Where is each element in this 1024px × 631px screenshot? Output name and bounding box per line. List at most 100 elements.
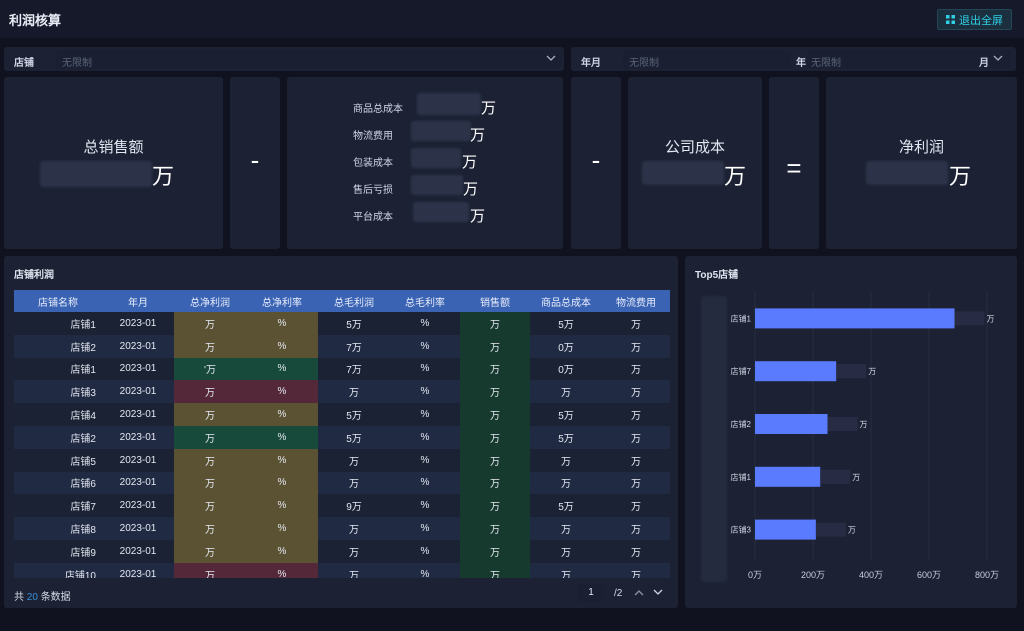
table-cell-name: 店铺4 <box>14 403 102 426</box>
table-row[interactable]: 店铺4 2023-01 万% 5万% 万 5万万 <box>14 403 670 426</box>
table-cell-sales: 万 <box>460 380 530 404</box>
table-cell-net: 万 <box>174 380 246 404</box>
table-cell-logistics: 万 <box>602 403 670 426</box>
table-row[interactable]: 店铺7 2023-01 万% 9万% 万 5万万 <box>14 494 670 518</box>
table-cell-net-rate: % <box>246 357 318 381</box>
table-cell-net-rate: % <box>246 380 318 404</box>
page-input[interactable]: 1 <box>578 584 604 602</box>
table-cell-month: 2023-01 <box>102 539 174 563</box>
column-header[interactable]: 商品总成本 <box>530 290 602 312</box>
table-row[interactable]: 店铺6 2023-01 万% 万% 万万万 <box>14 471 670 495</box>
total-sales-label: 总销售额 <box>83 139 144 156</box>
column-header[interactable]: 年月 <box>102 290 174 312</box>
table-cell-name: 店铺10 <box>14 562 102 578</box>
table-cell-goods: 万 <box>530 562 602 578</box>
table-cell-month: 2023-01 <box>102 517 174 540</box>
table-row[interactable]: 店铺10 2023-01 万% 万% 万万万 <box>14 562 670 578</box>
table-cell-goods: 0万 <box>530 357 602 381</box>
table-cell-gross-rate: % <box>390 380 460 404</box>
column-header[interactable]: 总毛利润 <box>318 290 390 312</box>
table-cell-gross: 万 <box>318 562 390 578</box>
minus-operator-card: - <box>230 77 280 249</box>
bar-value-label: 万 <box>848 526 856 535</box>
minus-operator: - <box>250 145 260 175</box>
table-row[interactable]: 店铺9 2023-01 万% 万% 万万万 <box>14 539 670 563</box>
table-cell-net: 万 <box>174 403 246 426</box>
x-tick-label: 800万 <box>975 570 999 580</box>
x-tick-label: 0万 <box>748 570 762 580</box>
table-cell-name: 店铺7 <box>14 494 102 518</box>
table-cell-goods: 万 <box>530 539 602 563</box>
table-cell-sales: 万 <box>460 494 530 518</box>
grid-icon <box>946 15 955 24</box>
column-header[interactable]: 总净利润 <box>174 290 246 312</box>
cost-value-redacted <box>411 148 461 168</box>
table-cell-name: 店铺2 <box>14 425 102 449</box>
table-cell-gross-rate: % <box>390 471 460 495</box>
table-cell-logistics: 万 <box>602 448 670 472</box>
table-cell-name: 店铺1 <box>14 312 102 335</box>
cost-unit: 万 <box>470 208 486 225</box>
table-row[interactable]: 店铺1 2023-01 '万% 7万% 万 0万万 <box>14 357 670 381</box>
store-profit-table-wrap[interactable]: 店铺名称 年月 总净利润 总净利率 总毛利润 总毛利率 销售额 商品总成本 物流… <box>14 290 670 578</box>
minus-operator: - <box>591 145 601 175</box>
bar-value-label: 万 <box>987 314 995 323</box>
cost-row: 物流费用 万 <box>287 121 563 144</box>
table-cell-net: 万 <box>174 494 246 518</box>
column-header[interactable]: 店铺名称 <box>14 290 102 312</box>
table-cell-month: 2023-01 <box>102 357 174 381</box>
table-cell-net: 万 <box>174 471 246 495</box>
table-cell-net-rate: % <box>246 517 318 540</box>
total-count: 共 20 条数据 <box>14 588 71 603</box>
table-cell-month: 2023-01 <box>102 425 174 449</box>
bar-category-label: 店铺1 <box>731 313 752 323</box>
table-cell-sales: 万 <box>460 425 530 449</box>
cost-unit: 万 <box>470 127 486 144</box>
chevron-down-icon <box>546 55 556 61</box>
year-select[interactable]: 无限制 <box>623 50 791 69</box>
table-row[interactable]: 店铺3 2023-01 万% 万% 万万万 <box>14 380 670 404</box>
table-cell-goods: 万 <box>530 471 602 495</box>
table-cell-month: 2023-01 <box>102 334 174 358</box>
top-bar: 利润核算 退出全屏 <box>0 0 1024 38</box>
column-header[interactable]: 总毛利率 <box>390 290 460 312</box>
table-row[interactable]: 店铺2 2023-01 万% 7万% 万 0万万 <box>14 334 670 358</box>
equals-operator-card: = <box>769 77 819 249</box>
total-count-suffix: 条数据 <box>40 592 71 603</box>
table-cell-sales: 万 <box>460 403 530 426</box>
table-cell-sales: 万 <box>460 334 530 358</box>
company-cost-label: 公司成本 <box>664 139 725 156</box>
table-cell-logistics: 万 <box>602 539 670 563</box>
bar <box>755 361 837 382</box>
table-cell-sales: 万 <box>460 562 530 578</box>
column-header[interactable]: 总净利率 <box>246 290 318 312</box>
chevron-down-icon[interactable] <box>653 589 663 596</box>
cost-value-redacted <box>411 121 471 141</box>
net-profit-value-redacted <box>866 161 948 185</box>
cost-row: 商品总成本 万 <box>287 93 563 117</box>
table-cell-gross-rate: % <box>390 539 460 563</box>
table-cell-month: 2023-01 <box>102 312 174 335</box>
table-cell-logistics: 万 <box>602 312 670 335</box>
table-cell-goods: 万 <box>530 448 602 472</box>
table-cell-gross: 万 <box>318 471 390 495</box>
chevron-up-icon[interactable] <box>634 589 644 596</box>
table-row[interactable]: 店铺2 2023-01 万% 5万% 万 5万万 <box>14 425 670 449</box>
company-cost-unit: 万 <box>724 164 747 189</box>
table-header-row: 店铺名称 年月 总净利润 总净利率 总毛利润 总毛利率 销售额 商品总成本 物流… <box>14 290 670 312</box>
bar-category-label: 店铺2 <box>731 419 752 429</box>
table-cell-net-rate: % <box>246 312 318 335</box>
company-cost-card: 公司成本 万 <box>628 77 762 249</box>
exit-fullscreen-button[interactable]: 退出全屏 <box>937 9 1012 30</box>
column-header[interactable]: 销售额 <box>460 290 530 312</box>
table-row[interactable]: 店铺1 2023-01 万% 5万% 万 5万万 <box>14 312 670 335</box>
store-select[interactable]: 无限制 <box>56 50 562 69</box>
table-row[interactable]: 店铺5 2023-01 万% 万% 万万万 <box>14 448 670 472</box>
table-row[interactable]: 店铺8 2023-01 万% 万% 万万万 <box>14 517 670 540</box>
month-select[interactable]: 无限制 月 <box>807 50 1011 69</box>
year-suffix: 年 <box>796 58 806 69</box>
table-cell-name: 店铺1 <box>14 357 102 381</box>
column-header[interactable]: 物流费用 <box>602 290 670 312</box>
bar-value-redacted <box>815 522 846 537</box>
table-cell-net-rate: % <box>246 494 318 518</box>
